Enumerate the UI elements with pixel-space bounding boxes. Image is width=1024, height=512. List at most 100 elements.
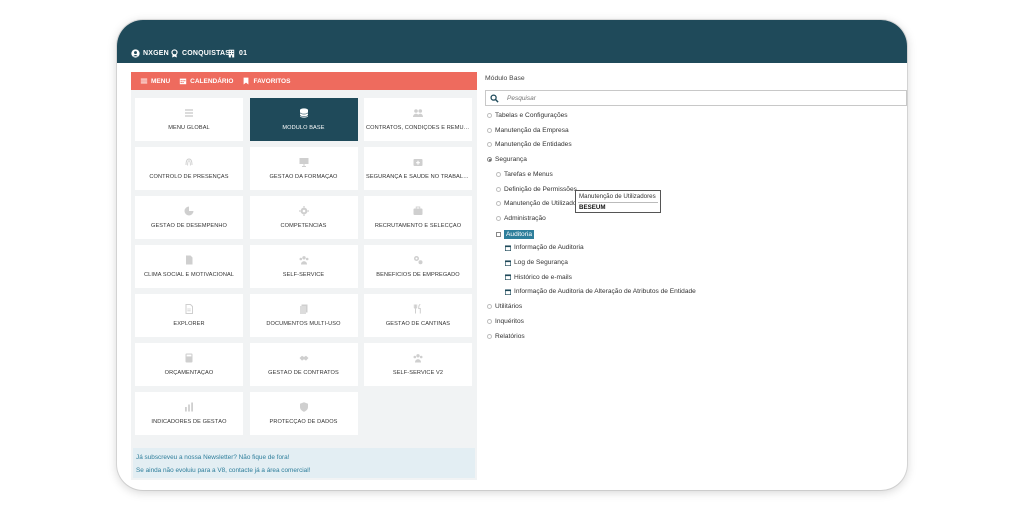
briefcase-icon (364, 205, 472, 217)
tree-item[interactable]: Inquéritos (487, 318, 524, 325)
module-label: CONTRATOS, CONDIÇÕES E REMUNER... (366, 125, 470, 131)
search-input[interactable] (505, 93, 889, 103)
user-name: NXGEN (143, 50, 169, 57)
bars-icon (135, 401, 243, 413)
module-tile[interactable]: COMPETÊNCIAS (249, 196, 358, 239)
module-tile[interactable]: SELF-SERVICE V2 (364, 343, 472, 386)
module-label: DOCUMENTOS MULTI-USO (266, 321, 341, 327)
module-label: GESTÃO DE CONTRATOS (268, 370, 339, 376)
calendar-button[interactable]: CALENDÁRIO (179, 77, 233, 85)
module-tile[interactable]: PROTECÇÃO DE DADOS (249, 392, 358, 435)
user-menu[interactable]: NXGEN (131, 49, 169, 58)
tree-item[interactable]: Definição de Permissões (496, 186, 577, 193)
award-icon (171, 49, 178, 58)
module-label: CLIMA SOCIAL E MOTIVACIONAL (143, 272, 235, 278)
group-icon (250, 254, 358, 266)
bullet-icon (487, 142, 492, 148)
module-tile[interactable]: EXPLORER (135, 294, 243, 337)
bullet-icon (496, 171, 501, 177)
module-label: GESTÃO DE DESEMPENHO (151, 223, 227, 229)
bullet-icon (496, 215, 501, 221)
conquistas-link[interactable]: CONQUISTAS (170, 49, 230, 58)
module-label: PROTECÇÃO DE DADOS (269, 419, 338, 425)
panel-title: Módulo Base (485, 75, 525, 82)
calendar-icon (505, 274, 511, 281)
list-icon (135, 107, 243, 119)
module-label: GESTÃO DA FORMAÇÃO (269, 174, 338, 180)
bullet-icon (487, 113, 492, 118)
tree-item-label: Relatórios (495, 332, 525, 340)
module-label: ORÇAMENTAÇÃO (164, 370, 214, 376)
calendar-icon (505, 245, 511, 251)
tree-item-label: Histórico de e-mails (514, 273, 572, 281)
tree-item[interactable]: Tabelas e Configurações (487, 112, 568, 119)
tooltip: Manutenção de Utilizadores BESEUM (575, 190, 661, 213)
tree-item[interactable]: Administração (496, 215, 546, 222)
group-icon (364, 352, 472, 364)
tree-item[interactable]: Informação de Auditoria de Alteração de … (505, 288, 696, 295)
module-tile[interactable]: SEGURANÇA E SAÚDE NO TRABALHO (364, 147, 472, 190)
menu-button[interactable]: MENU (140, 77, 170, 85)
tree-item[interactable]: Segurança (487, 156, 527, 163)
module-tile[interactable]: INDICADORES DE GESTÃO (135, 392, 243, 435)
tree-item[interactable]: Manutenção de Entidades (487, 141, 572, 148)
calendar-icon (505, 289, 511, 295)
module-tile[interactable]: DOCUMENTOS MULTI-USO (249, 294, 358, 337)
newsletter-link[interactable]: Já subscreveu a nossa Newsletter? Não fi… (136, 454, 289, 461)
favorites-button[interactable]: FAVORITOS (242, 77, 290, 85)
tree-item[interactable]: Log de Segurança (505, 259, 568, 266)
module-tile[interactable]: CONTROLO DE PRESENÇAS (135, 147, 243, 190)
tree-item-label: Informação de Auditoria de Alteração de … (514, 288, 696, 296)
module-tile[interactable]: MENU GLOBAL (135, 98, 243, 141)
tree-item-label: Manutenção da Empresa (495, 126, 569, 134)
module-label: RECRUTAMENTO E SELECÇÃO (374, 223, 462, 229)
module-panel: MENU CALENDÁRIO FAVORITOS MENU GLOBAL MÓD… (131, 72, 477, 480)
app-window: NXGEN CONQUISTAS 01 MENU CALENDÁRIO FAVO… (117, 20, 907, 490)
presentation-icon (250, 156, 358, 168)
module-tile[interactable]: GESTÃO DE CANTINAS (364, 294, 472, 337)
tree-item-label: Segurança (495, 156, 527, 164)
notifications-link[interactable]: 01 (227, 49, 247, 58)
tree-item[interactable]: Informação de Auditoria (505, 244, 584, 251)
cutlery-icon (364, 303, 472, 315)
database-icon (250, 107, 358, 119)
module-tile[interactable]: ORÇAMENTAÇÃO (135, 343, 243, 386)
tree-item[interactable]: Manutenção da Empresa (487, 127, 569, 134)
module-label: MENU GLOBAL (168, 125, 210, 131)
module-label: SELF-SERVICE V2 (392, 370, 444, 376)
hamburger-icon (140, 78, 148, 84)
tree-item-label: Inquéritos (495, 317, 524, 325)
tree-item[interactable]: Relatórios (487, 333, 525, 340)
chart-icon (135, 205, 243, 217)
medkit-icon (364, 156, 472, 168)
favorites-label: FAVORITOS (253, 77, 291, 85)
tooltip-value: BESEUM (579, 204, 606, 211)
module-tile[interactable]: GESTÃO DE DESEMPENHO (135, 196, 243, 239)
module-tile[interactable]: BENEFÍCIOS DE EMPREGADO (364, 245, 472, 288)
module-label: COMPETÊNCIAS (280, 223, 327, 229)
tree-item[interactable]: Manutenção de Utilizadores (496, 200, 586, 207)
tree-item-label: Manutenção de Utilizadores (504, 200, 586, 208)
search-icon (490, 93, 499, 103)
module-label: BENEFÍCIOS DE EMPREGADO (376, 272, 460, 278)
module-tile[interactable]: RECRUTAMENTO E SELECÇÃO (364, 196, 472, 239)
module-tile[interactable]: GESTÃO DA FORMAÇÃO (249, 147, 358, 190)
tree-item[interactable]: Tarefas e Menus (496, 171, 553, 178)
upgrade-link[interactable]: Se ainda não evoluiu para a V8, contacte… (136, 467, 310, 474)
module-tile[interactable]: GESTÃO DE CONTRATOS (249, 343, 358, 386)
module-label: SELF-SERVICE (282, 272, 325, 278)
tree-item-label: Auditoria (504, 229, 535, 239)
tree-item[interactable]: Utilitários (487, 303, 522, 310)
tree-item[interactable]: Auditoria (496, 229, 535, 239)
module-tile[interactable]: CLIMA SOCIAL E MOTIVACIONAL (135, 245, 243, 288)
module-label: MÓDULO BASE (282, 125, 325, 131)
tree-item[interactable]: Histórico de e-mails (505, 274, 572, 281)
module-tile[interactable]: CONTRATOS, CONDIÇÕES E REMUNER... (364, 98, 472, 141)
tree-item-label: Definição de Permissões (504, 185, 577, 193)
tooltip-divider (578, 202, 658, 203)
module-tile[interactable]: SELF-SERVICE (249, 245, 358, 288)
conquistas-label: CONQUISTAS (182, 50, 231, 57)
fingerprint-icon (135, 156, 243, 168)
module-tile[interactable]: MÓDULO BASE (249, 98, 358, 141)
shield-icon (250, 401, 358, 413)
